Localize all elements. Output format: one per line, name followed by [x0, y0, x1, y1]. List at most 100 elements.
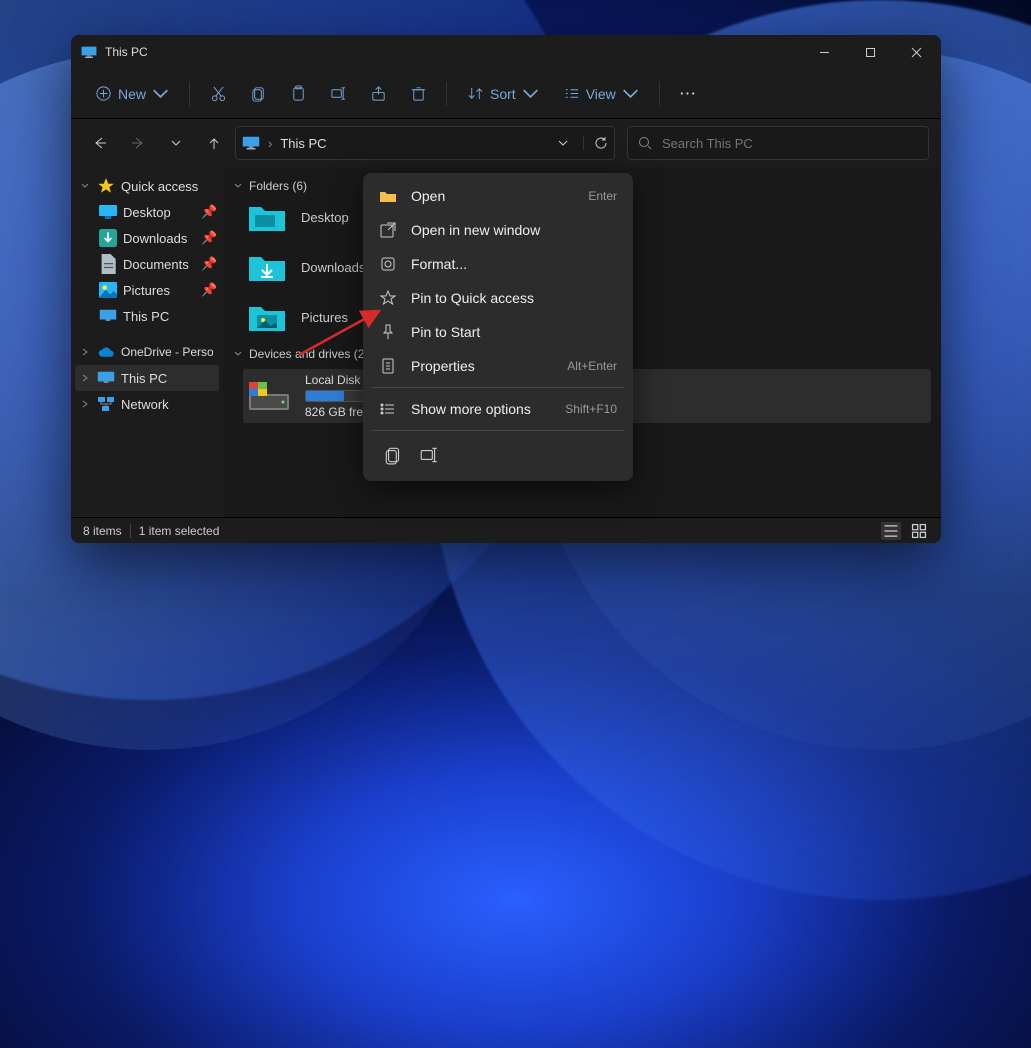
titlebar: This PC — [71, 35, 941, 69]
search-input[interactable] — [662, 136, 918, 151]
address-separator: › — [268, 136, 272, 151]
pictures-icon — [99, 282, 117, 298]
sidebar-label: This PC — [121, 371, 213, 386]
cut-button[interactable] — [200, 76, 236, 112]
status-selected-count: 1 item selected — [139, 524, 220, 538]
this-pc-icon — [99, 308, 117, 324]
view-button[interactable]: View — [553, 76, 649, 112]
address-path: This PC — [280, 136, 326, 151]
share-button[interactable] — [360, 76, 396, 112]
menu-icon — [379, 400, 397, 418]
sidebar-label: Desktop — [123, 205, 195, 220]
network-icon — [97, 396, 115, 412]
search-icon — [638, 136, 652, 150]
window-title: This PC — [105, 45, 148, 59]
ctx-format[interactable]: Format... — [369, 247, 627, 281]
pin-icon: 📌 — [201, 204, 213, 220]
sidebar-network[interactable]: Network — [75, 391, 219, 417]
drive-icon — [247, 378, 291, 414]
folders-header-label: Folders (6) — [249, 179, 307, 193]
cloud-icon — [97, 344, 115, 360]
desktop-icon — [99, 204, 117, 220]
chevron-down-icon[interactable] — [79, 181, 91, 191]
ctx-properties[interactable]: Properties Alt+Enter — [369, 349, 627, 383]
tiles-view-toggle[interactable] — [909, 522, 929, 540]
more-button[interactable] — [670, 76, 706, 112]
details-view-toggle[interactable] — [881, 522, 901, 540]
ctx-open[interactable]: Open Enter — [369, 179, 627, 213]
sort-label: Sort — [490, 86, 516, 102]
ctx-show-more[interactable]: Show more options Shift+F10 — [369, 392, 627, 426]
folder-icon — [247, 251, 287, 283]
status-bar: 8 items 1 item selected — [71, 517, 941, 543]
refresh-button[interactable] — [583, 136, 608, 150]
sidebar-label: OneDrive - Personal — [121, 345, 213, 359]
properties-icon — [379, 357, 397, 375]
ctx-pin-start[interactable]: Pin to Start — [369, 315, 627, 349]
pin-icon — [379, 323, 397, 341]
sidebar-label: Pictures — [123, 283, 195, 298]
sidebar-quick-access[interactable]: Quick access — [75, 173, 219, 199]
open-new-window-icon — [379, 221, 397, 239]
folder-open-icon — [379, 187, 397, 205]
chevron-down-icon[interactable] — [557, 137, 569, 149]
chevron-right-icon[interactable] — [79, 347, 91, 357]
status-item-count: 8 items — [83, 524, 122, 538]
sidebar-label: Downloads — [123, 231, 195, 246]
sidebar: Quick access Desktop 📌 Downloads 📌 Docum… — [71, 167, 223, 517]
maximize-button[interactable] — [847, 35, 893, 69]
sidebar-onedrive[interactable]: OneDrive - Personal — [75, 339, 219, 365]
toolbar: New Sort View — [71, 69, 941, 119]
new-button[interactable]: New — [85, 76, 179, 112]
sidebar-label: Network — [121, 397, 213, 412]
new-label: New — [118, 86, 146, 102]
paste-button[interactable] — [280, 76, 316, 112]
this-pc-icon — [97, 370, 115, 386]
chevron-down-icon — [522, 85, 539, 102]
pin-icon: 📌 — [201, 230, 213, 246]
sidebar-label: This PC — [123, 309, 213, 324]
up-button[interactable] — [197, 126, 231, 160]
rename-button[interactable] — [320, 76, 356, 112]
sidebar-label: Quick access — [121, 179, 213, 194]
star-icon — [97, 178, 115, 194]
ctx-icon-row — [369, 435, 627, 475]
folder-icon — [247, 301, 287, 333]
sidebar-item-pictures[interactable]: Pictures 📌 — [75, 277, 219, 303]
copy-icon[interactable] — [383, 445, 403, 465]
this-pc-icon — [81, 46, 97, 58]
chevron-down-icon[interactable] — [233, 181, 243, 191]
chevron-down-icon — [152, 85, 169, 102]
folder-icon — [247, 201, 287, 233]
sidebar-item-thispc[interactable]: This PC — [75, 303, 219, 329]
forward-button[interactable] — [121, 126, 155, 160]
drives-header-label: Devices and drives (2) — [249, 347, 368, 361]
address-bar[interactable]: › This PC — [235, 126, 615, 160]
sidebar-item-desktop[interactable]: Desktop 📌 — [75, 199, 219, 225]
chevron-right-icon[interactable] — [79, 399, 91, 409]
search-bar[interactable] — [627, 126, 929, 160]
folder-label: Desktop — [301, 210, 349, 225]
ctx-pin-quick-access[interactable]: Pin to Quick access — [369, 281, 627, 315]
context-menu: Open Enter Open in new window Format... … — [363, 173, 633, 481]
back-button[interactable] — [83, 126, 117, 160]
folder-label: Downloads — [301, 260, 365, 275]
navigation-row: › This PC — [71, 119, 941, 167]
copy-button[interactable] — [240, 76, 276, 112]
chevron-down-icon[interactable] — [233, 349, 243, 359]
sort-button[interactable]: Sort — [457, 76, 549, 112]
chevron-right-icon[interactable] — [79, 373, 91, 383]
sidebar-item-documents[interactable]: Documents 📌 — [75, 251, 219, 277]
file-explorer-window: This PC New Sort View — [71, 35, 941, 543]
star-outline-icon — [379, 289, 397, 307]
this-pc-icon — [242, 136, 260, 150]
ctx-open-new-window[interactable]: Open in new window — [369, 213, 627, 247]
sidebar-label: Documents — [123, 257, 195, 272]
recent-locations-button[interactable] — [159, 126, 193, 160]
rename-icon[interactable] — [419, 445, 439, 465]
sidebar-thispc[interactable]: This PC — [75, 365, 219, 391]
close-button[interactable] — [893, 35, 939, 69]
sidebar-item-downloads[interactable]: Downloads 📌 — [75, 225, 219, 251]
minimize-button[interactable] — [801, 35, 847, 69]
delete-button[interactable] — [400, 76, 436, 112]
